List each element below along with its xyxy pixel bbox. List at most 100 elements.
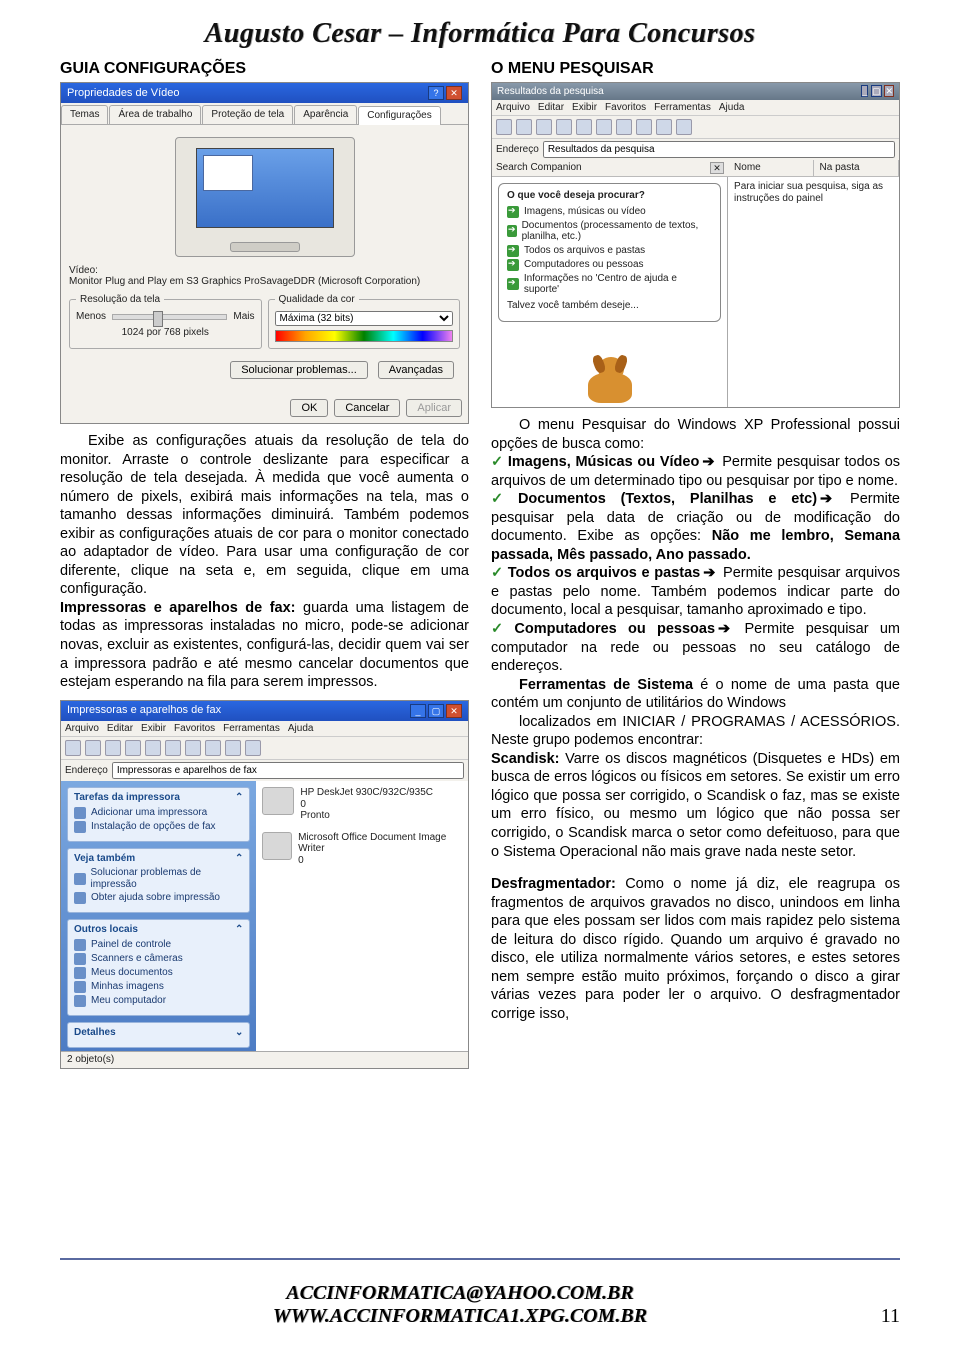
printer-icon <box>262 832 292 860</box>
search-results-window: Resultados da pesquisa _ ▢ ✕ Arquivo Edi… <box>491 82 900 408</box>
panel3-item-4[interactable]: Meu computador <box>91 995 166 1007</box>
menu-editar[interactable]: Editar <box>538 102 564 114</box>
printer-ready: Pronto <box>300 810 433 822</box>
panel3-item-3[interactable]: Minhas imagens <box>91 981 164 993</box>
cut-icon[interactable] <box>185 740 201 756</box>
close-button[interactable]: ✕ <box>446 704 462 718</box>
close-pane-icon[interactable]: ✕ <box>710 162 724 174</box>
opt-images[interactable]: Imagens, músicas ou vídeo <box>524 206 646 218</box>
minimize-button[interactable]: _ <box>861 85 868 97</box>
advanced-button[interactable]: Avançadas <box>378 361 454 379</box>
col-nome[interactable]: Nome <box>728 160 813 176</box>
forward-icon[interactable] <box>516 119 532 135</box>
left-heading: GUIA CONFIGURAÇÕES <box>60 60 469 78</box>
menu-favoritos[interactable]: Favoritos <box>174 723 215 735</box>
opt-all-files[interactable]: Todos os arquivos e pastas <box>524 245 645 257</box>
addr-field[interactable] <box>112 762 464 779</box>
menu-ajuda[interactable]: Ajuda <box>719 102 745 114</box>
res-legend: Resolução da tela <box>76 294 164 306</box>
arrow-icon <box>507 206 519 218</box>
res-more: Mais <box>233 311 254 323</box>
copy-icon[interactable] <box>636 119 652 135</box>
views-icon[interactable] <box>596 119 612 135</box>
expand-icon[interactable]: ⌄ <box>235 1027 243 1039</box>
undo-icon[interactable] <box>245 740 261 756</box>
panel3-item-1[interactable]: Scanners e câmeras <box>91 953 183 965</box>
panel2-item-1[interactable]: Obter ajuda sobre impressão <box>91 892 220 904</box>
panel3-item-0[interactable]: Painel de controle <box>91 939 171 951</box>
copy-icon[interactable] <box>205 740 221 756</box>
opt-help-center[interactable]: Informações no 'Centro de ajuda e suport… <box>524 273 712 296</box>
printer-item[interactable]: HP DeskJet 930C/932C/935C 0 Pronto <box>262 787 462 822</box>
apply-button[interactable]: Aplicar <box>406 399 462 417</box>
opt-documents[interactable]: Documentos (processamento de textos, pla… <box>522 220 712 243</box>
folders-icon[interactable] <box>145 740 161 756</box>
undo-icon[interactable] <box>676 119 692 135</box>
mycomputer-icon <box>74 995 86 1007</box>
search-title: Resultados da pesquisa <box>497 86 604 98</box>
scandisk-para: Scandisk: Varre os discos magnéticos (Di… <box>491 750 900 861</box>
menu-favoritos[interactable]: Favoritos <box>605 102 646 114</box>
printers-window: Impressoras e aparelhos de fax _ ▢ ✕ Arq… <box>60 700 469 1069</box>
menu-exibir[interactable]: Exibir <box>141 723 166 735</box>
back-icon[interactable] <box>65 740 81 756</box>
color-depth-select[interactable]: Máxima (32 bits) <box>275 311 454 326</box>
back-icon[interactable] <box>496 119 512 135</box>
menu-arquivo[interactable]: Arquivo <box>496 102 530 114</box>
help-icon <box>74 873 86 885</box>
printer-item[interactable]: Microsoft Office Document Image Writer 0 <box>262 832 462 867</box>
printers-title: Impressoras e aparelhos de fax <box>67 704 221 717</box>
cancel-button[interactable]: Cancelar <box>334 399 400 417</box>
add-printer-icon <box>74 807 86 819</box>
mydocs-icon <box>74 967 86 979</box>
up-icon[interactable] <box>105 740 121 756</box>
maximize-button[interactable]: ▢ <box>871 85 882 97</box>
search-icon[interactable] <box>125 740 141 756</box>
troubleshoot-button[interactable]: Solucionar problemas... <box>230 361 368 379</box>
close-button[interactable]: ✕ <box>446 86 462 100</box>
history-icon[interactable] <box>165 740 181 756</box>
panel4-title: Detalhes <box>74 1027 116 1039</box>
paste-icon[interactable] <box>656 119 672 135</box>
search-icon[interactable] <box>556 119 572 135</box>
menu-ferramentas[interactable]: Ferramentas <box>223 723 280 735</box>
help-button[interactable]: ? <box>428 86 444 100</box>
addr-field[interactable] <box>543 141 895 158</box>
col-pasta[interactable]: Na pasta <box>814 160 899 176</box>
arrow-icon <box>507 259 519 271</box>
maximize-button[interactable]: ▢ <box>428 704 444 718</box>
paste-icon[interactable] <box>225 740 241 756</box>
resolution-slider[interactable] <box>112 314 227 320</box>
minimize-button[interactable]: _ <box>410 704 426 718</box>
panel3-item-2[interactable]: Meus documentos <box>91 967 173 979</box>
folders-icon[interactable] <box>576 119 592 135</box>
menu-arquivo[interactable]: Arquivo <box>65 723 99 735</box>
tab-area[interactable]: Área de trabalho <box>109 105 201 124</box>
collapse-icon[interactable]: ⌃ <box>235 853 243 865</box>
collapse-icon[interactable]: ⌃ <box>235 924 243 936</box>
balloon-question: O que você deseja procurar? <box>507 190 712 202</box>
collapse-icon[interactable]: ⌃ <box>235 792 243 804</box>
menu-ajuda[interactable]: Ajuda <box>288 723 314 735</box>
tab-configuracoes[interactable]: Configurações <box>358 106 440 125</box>
mypics-icon <box>74 981 86 993</box>
panel2-item-0[interactable]: Solucionar problemas de impressão <box>91 867 244 890</box>
forward-icon[interactable] <box>85 740 101 756</box>
panel1-item-1[interactable]: Instalação de opções de fax <box>91 821 216 833</box>
panel1-item-0[interactable]: Adicionar uma impressora <box>91 807 207 819</box>
opt-computers[interactable]: Computadores ou pessoas <box>524 259 644 271</box>
res-less: Menos <box>76 311 106 323</box>
close-button[interactable]: ✕ <box>884 85 894 97</box>
search-companion-label: Search Companion <box>496 162 582 174</box>
menu-editar[interactable]: Editar <box>107 723 133 735</box>
ok-button[interactable]: OK <box>290 399 328 417</box>
cut-icon[interactable] <box>616 119 632 135</box>
sys-tools-1: Ferramentas de Sistema é o nome de uma p… <box>491 676 900 713</box>
tab-aparencia[interactable]: Aparência <box>294 105 357 124</box>
menu-exibir[interactable]: Exibir <box>572 102 597 114</box>
up-icon[interactable] <box>536 119 552 135</box>
bullet-images: ✓Imagens, Músicas ou Vídeo➔ Permite pesq… <box>491 453 900 490</box>
tab-temas[interactable]: Temas <box>61 105 108 124</box>
tab-protecao[interactable]: Proteção de tela <box>202 105 293 124</box>
menu-ferramentas[interactable]: Ferramentas <box>654 102 711 114</box>
